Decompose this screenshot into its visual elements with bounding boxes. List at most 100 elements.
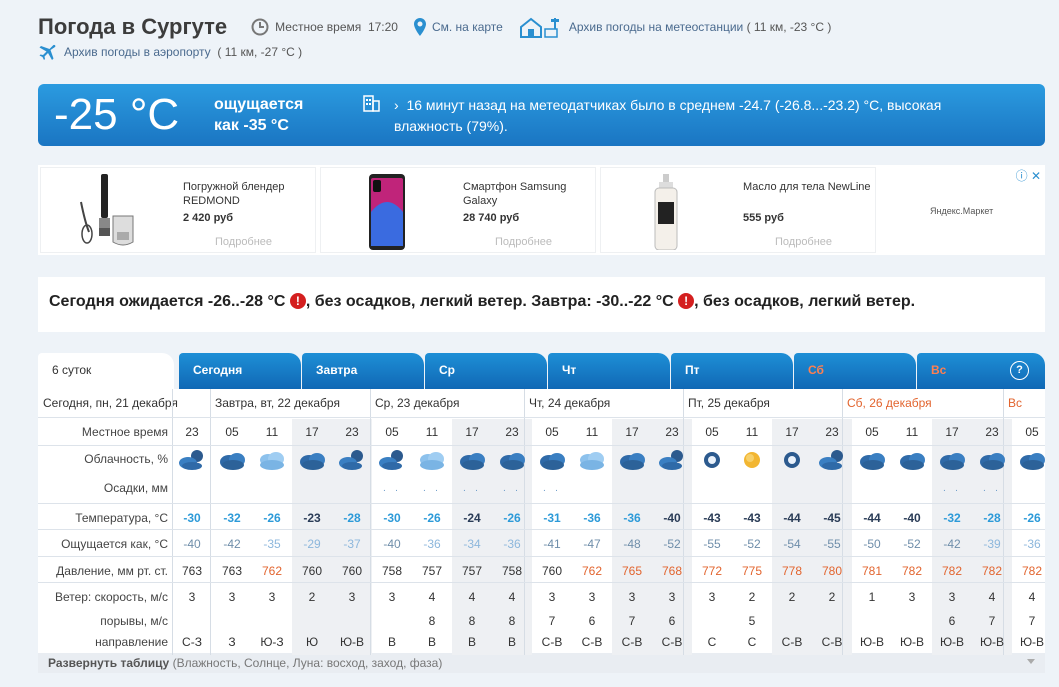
- feels-cell: -35: [263, 537, 281, 551]
- ad-title[interactable]: Погружной блендер REDMOND: [183, 180, 313, 208]
- sun-icon: [732, 448, 772, 475]
- ad-more-link[interactable]: Подробнее: [495, 236, 552, 248]
- tab-label: Чт: [562, 363, 577, 377]
- ad-item[interactable]: Смартфон Samsung Galaxy 28 740 руб Подро…: [320, 167, 596, 253]
- wind-cell: 2: [748, 590, 756, 604]
- expand-table-label[interactable]: Развернуть таблицу: [48, 656, 169, 670]
- temp-cell: -26: [423, 511, 441, 525]
- time-cell: 17: [305, 425, 319, 439]
- ad-more-link[interactable]: Подробнее: [215, 236, 272, 248]
- ad-more-link[interactable]: Подробнее: [775, 236, 832, 248]
- moon-icon: [772, 448, 812, 475]
- feels-cell: -55: [703, 537, 721, 551]
- time-cell: 17: [465, 425, 479, 439]
- wind-cell: 3: [348, 590, 356, 604]
- snow-icon: · ·: [942, 485, 962, 496]
- forecast-today: Сегодня ожидается -26..-28 °C: [49, 293, 286, 310]
- local-time-label: Местное время: [275, 20, 362, 34]
- tab-label: 6 суток: [52, 363, 92, 377]
- time-cell: 11: [745, 425, 759, 439]
- ad-item[interactable]: Масло для тела NewLine 555 руб Подробнее: [600, 167, 876, 253]
- wind-cell: 3: [908, 590, 916, 604]
- wind-cell: 3: [628, 590, 636, 604]
- ad-price: 2 420 руб: [183, 212, 234, 224]
- wind-cell: 3: [388, 590, 396, 604]
- wind-cell: 4: [468, 590, 476, 604]
- tab-wednesday[interactable]: Ср: [425, 353, 547, 389]
- tab-thursday[interactable]: Чт: [548, 353, 670, 389]
- weather-station-icon: [519, 17, 559, 38]
- temp-cell: -26: [503, 511, 521, 525]
- time-cell: 05: [705, 425, 719, 439]
- ad-title[interactable]: Смартфон Samsung Galaxy: [463, 180, 593, 208]
- tab-label: Завтра: [316, 363, 358, 377]
- current-weather-panel: -25 °C ощущается как -35 °C › 16 минут н…: [38, 84, 1045, 146]
- day-header: Пт, 25 декабря: [688, 396, 770, 410]
- temp-cell: -24: [463, 511, 481, 525]
- pressure-cell: 780: [821, 564, 843, 578]
- temp-cell: -32: [223, 511, 241, 525]
- forecast-table: Развернуть таблицу (Влажность, Солнце, Л…: [38, 389, 1045, 673]
- tab-label: Вс: [931, 363, 947, 377]
- wind-cell: 4: [988, 590, 996, 604]
- snow-icon: · ·: [502, 485, 522, 496]
- direction-cell: Ю-В: [1019, 635, 1045, 649]
- body-oil-image: [654, 174, 678, 250]
- help-icon[interactable]: ?: [1010, 361, 1029, 380]
- day-header: Чт, 24 декабря: [529, 396, 611, 410]
- feels-cell: -47: [583, 537, 601, 551]
- tab-label: Ср: [439, 363, 455, 377]
- time-cell: 17: [625, 425, 639, 439]
- ad-source[interactable]: Яндекс.Маркет: [930, 206, 993, 216]
- ad-item[interactable]: Погружной блендер REDMOND 2 420 руб Подр…: [40, 167, 316, 253]
- direction-cell: Ю: [305, 635, 319, 649]
- tab-friday[interactable]: Пт: [671, 353, 793, 389]
- expand-table-link[interactable]: Развернуть таблицу (Влажность, Солнце, Л…: [38, 653, 1045, 673]
- station-archive[interactable]: Архив погоды на метеостанции ( 11 км, -2…: [519, 16, 832, 38]
- gusts-cell: 7: [548, 614, 556, 628]
- chevron-down-icon[interactable]: [1027, 659, 1035, 664]
- direction-cell: В: [467, 635, 476, 649]
- pressure-cell: 782: [981, 564, 1003, 578]
- tab-tomorrow[interactable]: Завтра: [302, 353, 424, 389]
- ad-title[interactable]: Масло для тела NewLine: [743, 180, 873, 194]
- page-title: Погода в Сургуте: [38, 14, 228, 39]
- direction-cell: В: [507, 635, 516, 649]
- period-tabs: 6 суток Сегодня Завтра Ср Чт Пт Сб Вс?: [38, 351, 1045, 389]
- pressure-cell: 778: [781, 564, 803, 578]
- pressure-cell: 760: [541, 564, 563, 578]
- forecast-summary: Сегодня ожидается -26..-28 °C !, без оса…: [38, 277, 1045, 332]
- airport-archive-link[interactable]: Архив погоды в аэропорту: [64, 45, 211, 59]
- warning-icon: !: [678, 293, 695, 309]
- map-link-text[interactable]: См. на карте: [432, 20, 503, 34]
- ad-close-icon[interactable]: ⓘ ✕: [1016, 167, 1041, 184]
- direction-cell: С-В: [581, 635, 603, 649]
- pressure-cell: 760: [341, 564, 363, 578]
- direction-cell: С: [707, 635, 717, 649]
- row-divider: [38, 445, 1045, 446]
- wind-cell: 3: [948, 590, 956, 604]
- wind-cell: 4: [428, 590, 436, 604]
- tab-saturday[interactable]: Сб: [794, 353, 916, 389]
- tab-sunday[interactable]: Вс?: [917, 353, 1045, 389]
- map-link[interactable]: См. на карте: [413, 18, 503, 36]
- sensor-note-text: 16 минут назад на метеодатчиках было в с…: [394, 97, 942, 134]
- day-header: Ср, 23 декабря: [375, 396, 460, 410]
- gusts-cell: 7: [988, 614, 996, 628]
- overcast-icon: [572, 448, 612, 475]
- direction-cell: В: [427, 635, 436, 649]
- feels-cell: -50: [863, 537, 881, 551]
- feels-cell: -34: [463, 537, 481, 551]
- feels-cell: -52: [903, 537, 921, 551]
- airport-archive[interactable]: Архив погоды в аэропорту ( 11 км, -27 °C…: [38, 44, 302, 60]
- tab-6-days[interactable]: 6 суток: [38, 353, 174, 389]
- row-label-pressure: Давление, мм рт. ст.: [56, 564, 168, 578]
- station-archive-link[interactable]: Архив погоды на метеостанции: [569, 20, 743, 34]
- direction-cell: З: [228, 635, 236, 649]
- cloud-icon: [452, 448, 492, 475]
- direction-cell: В: [387, 635, 396, 649]
- pressure-cell: 763: [181, 564, 203, 578]
- tab-today[interactable]: Сегодня: [179, 353, 301, 389]
- station-archive-info: ( 11 км, -23 °C ): [746, 20, 832, 34]
- clock-icon: [251, 18, 269, 36]
